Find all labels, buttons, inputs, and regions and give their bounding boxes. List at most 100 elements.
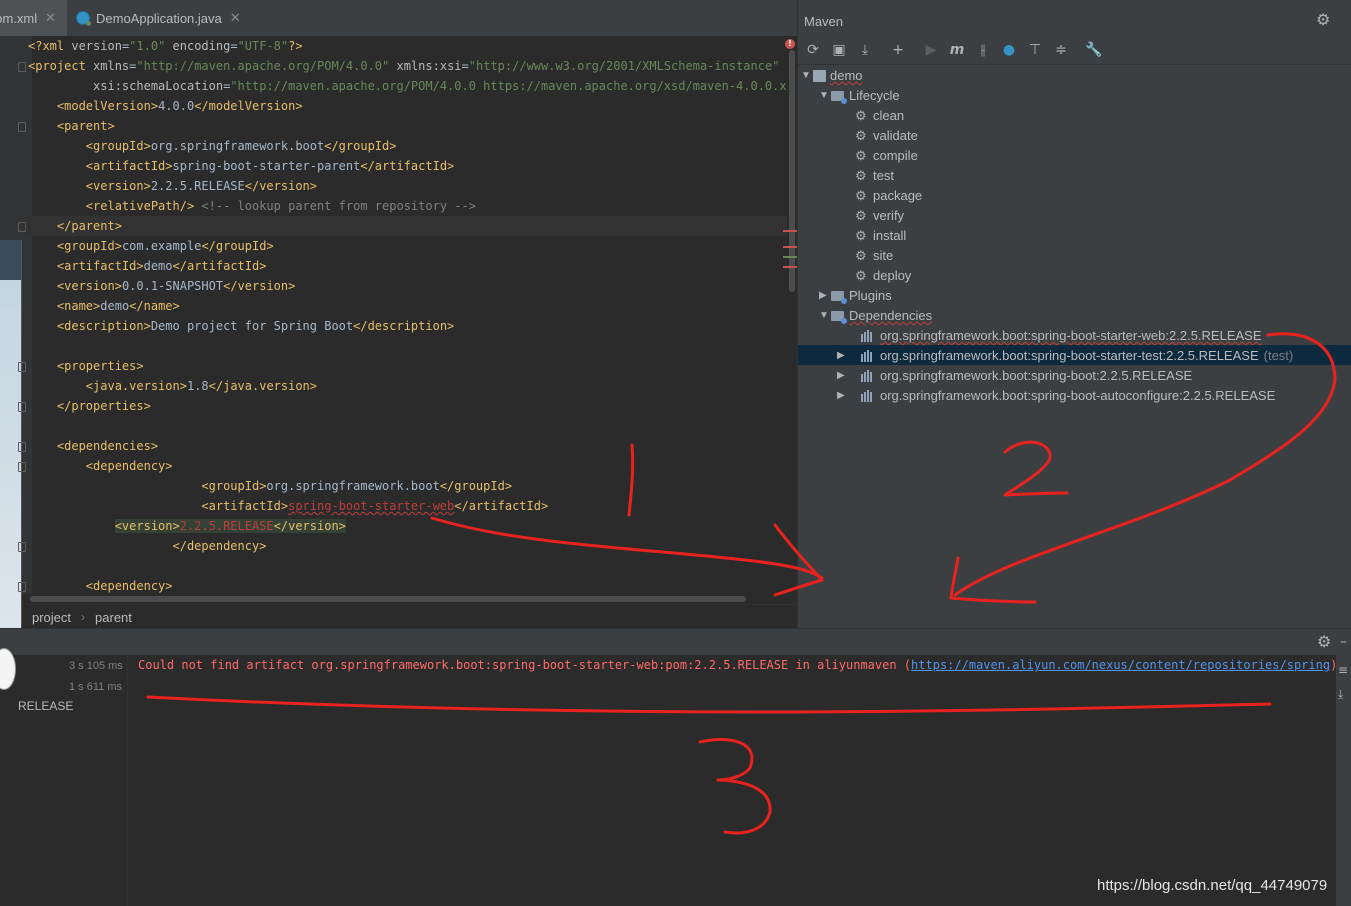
tree-item-lifecycle[interactable]: ▼ Lifecycle (819, 86, 900, 106)
run-console[interactable] (128, 655, 1336, 906)
code-line: <groupId>org.springframework.boot</group… (28, 476, 512, 496)
chevron-down-icon[interactable]: ▼ (819, 306, 831, 326)
code-token: <dependencies> (56, 439, 159, 453)
run-tree-item[interactable]: RELEASE (18, 699, 73, 713)
tree-item-goal[interactable]: ⚙ site (855, 246, 893, 266)
code-line: <version>0.0.1-SNAPSHOT</version> (28, 276, 295, 296)
close-icon[interactable]: ✕ (45, 10, 56, 26)
chevron-right-icon[interactable]: ▶ (837, 366, 849, 386)
tree-item-dependency[interactable]: org.springframework.boot:spring-boot-sta… (837, 326, 1262, 346)
tab-demo-application[interactable]: DemoApplication.java ✕ (68, 0, 261, 36)
fold-marker-icon[interactable] (18, 122, 26, 132)
code-token: </name> (129, 299, 180, 313)
code-token: </artifactId> (454, 499, 549, 513)
show-dependencies-icon[interactable]: ⊤ (1025, 40, 1045, 60)
elapsed-time: 1 s 611 ms (69, 681, 122, 693)
code-token: <java.version> (85, 379, 187, 393)
dependency-label: org.springframework.boot:spring-boot-sta… (880, 328, 1262, 343)
editor-tab-bar: pom.xml ✕ DemoApplication.java ✕ (0, 0, 797, 37)
chevron-down-icon[interactable]: ▼ (801, 66, 813, 86)
code-token: ?> (288, 39, 303, 53)
close-icon[interactable]: ✕ (230, 10, 241, 26)
tree-item-plugins[interactable]: ▶ Plugins (819, 286, 892, 306)
library-icon (861, 350, 877, 362)
breadcrumb-item[interactable]: project (32, 610, 71, 625)
code-token: </artifactId> (172, 259, 267, 273)
tree-item-goal[interactable]: ⚙ test (855, 166, 894, 186)
gear-icon[interactable]: ⚙ (1317, 632, 1331, 651)
repository-link[interactable]: https://maven.aliyun.com/nexus/content/r… (911, 658, 1330, 672)
minimize-icon[interactable]: – (1340, 634, 1347, 650)
code-token: "UTF-8" (237, 39, 289, 53)
code-token: = (230, 39, 238, 53)
fold-marker-icon[interactable] (18, 442, 26, 452)
code-token: <groupId> (85, 139, 151, 153)
error-stripe-mark (783, 266, 797, 268)
reload-icon[interactable]: ⟳ (803, 40, 823, 60)
code-token: <artifactId> (201, 499, 289, 513)
settings-wrench-icon[interactable]: 🔧 (1084, 40, 1104, 60)
tree-item-goal[interactable]: ⚙ install (855, 226, 906, 246)
gear-icon: ⚙ (855, 108, 867, 123)
fold-marker-icon[interactable] (18, 582, 26, 592)
code-line: <name>demo</name> (28, 296, 180, 316)
execute-goal-icon[interactable]: m (947, 40, 967, 60)
code-line: <groupId>org.springframework.boot</group… (28, 136, 397, 156)
gear-icon: ⚙ (855, 228, 867, 243)
fold-marker-icon[interactable] (18, 222, 26, 232)
toggle-offline-icon[interactable]: ⫲ (973, 40, 993, 60)
code-token: <groupId> (56, 239, 122, 253)
lifecycle-folder-icon (831, 91, 847, 104)
code-token: </description> (353, 319, 455, 333)
chevron-down-icon[interactable]: ▼ (819, 86, 831, 106)
tab-label: pom.xml (0, 10, 38, 26)
fold-marker-icon[interactable] (18, 362, 26, 372)
code-token: <dependency> (85, 579, 173, 593)
tree-item-label: verify (873, 208, 905, 223)
tree-item-goal[interactable]: ⚙ validate (855, 126, 918, 146)
tab-pom-xml[interactable]: pom.xml ✕ (0, 0, 67, 36)
fold-marker-icon[interactable] (18, 62, 26, 72)
code-token: </dependency> (172, 539, 267, 553)
code-token: <artifactId> (85, 159, 173, 173)
tree-item-label: package (873, 188, 923, 203)
gear-icon[interactable]: ⚙ (1316, 10, 1330, 30)
generate-sources-icon[interactable]: ▣ (829, 40, 849, 60)
fold-marker-icon[interactable] (18, 542, 26, 552)
soft-wrap-icon[interactable]: ≡ (1338, 663, 1348, 677)
fold-marker-icon[interactable] (18, 402, 26, 412)
run-icon[interactable]: ▶ (921, 40, 941, 60)
gear-icon: ⚙ (855, 248, 867, 263)
tree-item-project[interactable]: ▼ demo (801, 66, 863, 86)
chevron-right-icon[interactable]: ▶ (819, 286, 831, 306)
code-token: <version> (114, 519, 180, 533)
code-token: com.example (121, 239, 202, 253)
collapse-all-icon[interactable]: ≑ (1051, 40, 1071, 60)
download-icon[interactable]: ⤓ (855, 40, 875, 60)
breadcrumb-item[interactable]: parent (95, 610, 132, 625)
add-icon[interactable]: + (888, 40, 908, 60)
code-token: <parent> (56, 119, 115, 133)
fold-marker-icon[interactable] (18, 462, 26, 472)
dependencies-folder-icon (831, 311, 847, 324)
scroll-end-icon[interactable]: ⤓ (1338, 687, 1343, 702)
editor-hscroll-thumb[interactable] (30, 596, 746, 602)
code-token: </parent> (56, 219, 122, 233)
chevron-right-icon[interactable]: ▶ (837, 346, 849, 366)
tree-item-goal[interactable]: ⚙ compile (855, 146, 918, 166)
tree-item-dependencies[interactable]: ▼ Dependencies (819, 306, 932, 326)
error-indicator-icon[interactable]: ! (785, 39, 795, 49)
skip-tests-icon[interactable]: ● (999, 40, 1019, 60)
tree-item-goal[interactable]: ⚙ deploy (855, 266, 911, 286)
tree-item-dependency[interactable]: ▶ org.springframework.boot:spring-boot-st… (837, 346, 1293, 366)
chevron-right-icon[interactable]: ▶ (837, 386, 849, 406)
tree-item-goal[interactable]: ⚙ verify (855, 206, 904, 226)
tree-item-dependency[interactable]: ▶ org.springframework.boot:spring-boot-au… (837, 386, 1275, 406)
tree-item-goal[interactable]: ⚙ package (855, 186, 922, 206)
tree-item-dependency[interactable]: ▶ org.springframework.boot:spring-boot:2.… (837, 366, 1192, 386)
tree-item-goal[interactable]: ⚙ clean (855, 106, 904, 126)
